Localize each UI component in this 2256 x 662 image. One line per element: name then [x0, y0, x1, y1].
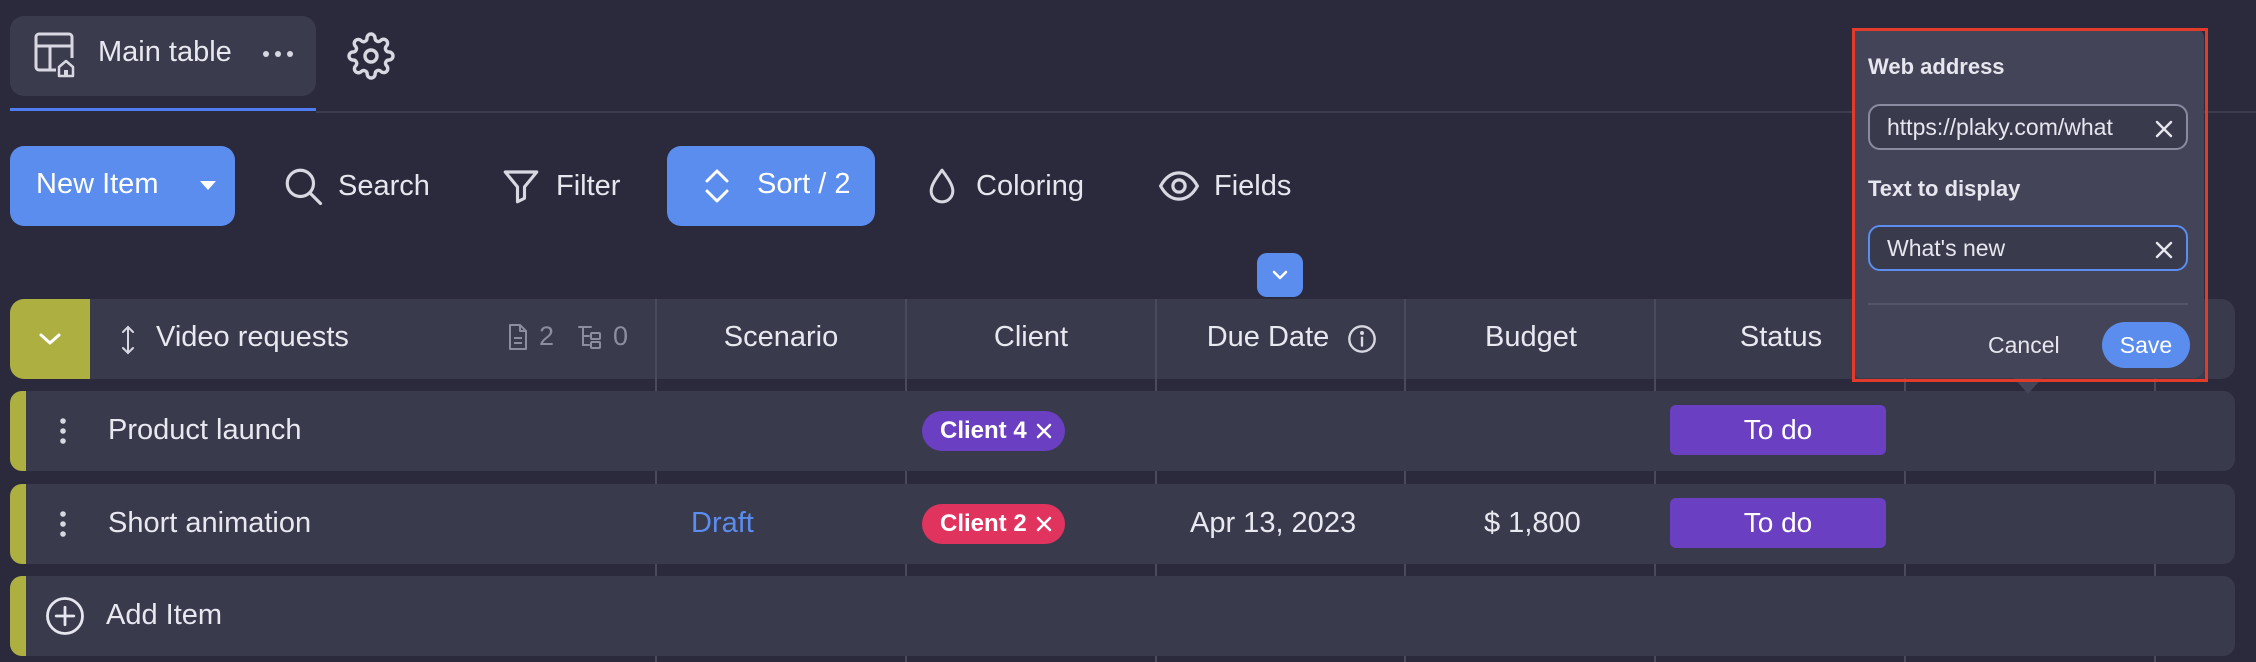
client-chip-label: Client 4 — [940, 417, 1027, 444]
add-item-label[interactable]: Add Item — [106, 599, 222, 632]
tab-main-table[interactable]: Main table — [10, 16, 316, 96]
subitems-count: 0 — [577, 321, 628, 352]
add-item-row[interactable]: Add Item — [10, 576, 2235, 656]
gear-icon[interactable] — [347, 32, 395, 80]
column-header-scenario[interactable]: Scenario — [656, 321, 906, 354]
table-row[interactable]: Product launch Client 4 To do — [10, 391, 2235, 471]
drag-handle-icon[interactable] — [120, 325, 136, 355]
link-popover: Web address https://plaky.com/what Text … — [1852, 28, 2204, 378]
sort-label: Sort / 2 — [757, 168, 851, 200]
more-icon[interactable] — [260, 40, 296, 68]
table-home-icon — [34, 32, 78, 80]
clear-icon[interactable] — [2154, 119, 2174, 139]
fields-label: Fields — [1214, 169, 1292, 202]
group-color-bar — [10, 391, 26, 471]
column-header-client[interactable]: Client — [906, 321, 1156, 354]
table-row[interactable]: Short animation Draft Client 2 Apr 13, 2… — [10, 484, 2235, 564]
plus-circle-icon[interactable] — [44, 595, 86, 637]
popover-divider — [1868, 303, 2188, 305]
close-icon[interactable] — [1035, 515, 1053, 533]
group-color-bar — [10, 484, 26, 564]
info-icon[interactable] — [1346, 323, 1378, 355]
subitems-count-value: 0 — [613, 321, 629, 351]
text-to-display-value: What's new — [1887, 234, 2006, 261]
search-label: Search — [338, 169, 430, 202]
scenario-link[interactable]: Draft — [691, 507, 754, 540]
group-collapse-button[interactable] — [10, 299, 90, 379]
popover-pointer — [2014, 378, 2042, 394]
filter-button[interactable]: Filter — [500, 146, 620, 226]
item-name[interactable]: Short animation — [108, 507, 311, 540]
text-to-display-input[interactable]: What's new — [1868, 225, 2188, 271]
save-button[interactable]: Save — [2102, 322, 2190, 368]
chevron-down-icon — [37, 331, 63, 347]
drop-icon — [922, 165, 962, 207]
search-button[interactable]: Search — [282, 146, 430, 226]
web-address-input[interactable]: https://plaky.com/what — [1868, 104, 2188, 150]
document-icon — [507, 323, 529, 351]
filter-label: Filter — [556, 169, 621, 202]
caret-down-icon[interactable] — [198, 179, 218, 193]
eye-icon — [1158, 165, 1200, 207]
sort-icon — [697, 166, 737, 206]
group-color-bar — [10, 576, 26, 656]
kebab-menu-icon[interactable] — [58, 417, 68, 445]
chevron-down-icon — [1271, 269, 1289, 281]
client-chip[interactable]: Client 4 — [922, 411, 1065, 451]
docs-count: 2 — [507, 321, 554, 352]
coloring-label: Coloring — [976, 169, 1084, 202]
active-tab-indicator — [10, 108, 316, 111]
cancel-button[interactable]: Cancel — [1988, 332, 2060, 359]
web-address-value: https://plaky.com/what — [1887, 113, 2113, 140]
fields-button[interactable]: Fields — [1158, 146, 1291, 226]
group-title[interactable]: Video requests — [156, 321, 349, 354]
clear-icon[interactable] — [2154, 240, 2174, 260]
tab-main-table-label: Main table — [98, 36, 232, 68]
status-badge[interactable]: To do — [1670, 498, 1886, 548]
web-address-label: Web address — [1868, 54, 2005, 79]
close-icon[interactable] — [1035, 422, 1053, 440]
column-header-budget[interactable]: Budget — [1406, 321, 1656, 354]
docs-count-value: 2 — [539, 321, 555, 351]
subitems-icon — [577, 323, 603, 351]
new-item-label: New Item — [36, 168, 159, 200]
budget-value[interactable]: $ 1,800 — [1484, 507, 1581, 540]
client-chip-label: Client 2 — [940, 510, 1027, 537]
collapse-toolbar-button[interactable] — [1257, 253, 1303, 297]
text-to-display-label: Text to display — [1868, 176, 2021, 201]
new-item-button[interactable]: New Item — [10, 146, 235, 226]
status-badge[interactable]: To do — [1670, 405, 1886, 455]
client-chip[interactable]: Client 2 — [922, 504, 1065, 544]
due-date-value[interactable]: Apr 13, 2023 — [1190, 507, 1356, 540]
kebab-menu-icon[interactable] — [58, 510, 68, 538]
filter-icon — [500, 165, 542, 207]
search-icon — [282, 165, 324, 207]
item-name[interactable]: Product launch — [108, 414, 301, 447]
coloring-button[interactable]: Coloring — [922, 146, 1084, 226]
sort-button[interactable]: Sort / 2 — [667, 146, 875, 226]
